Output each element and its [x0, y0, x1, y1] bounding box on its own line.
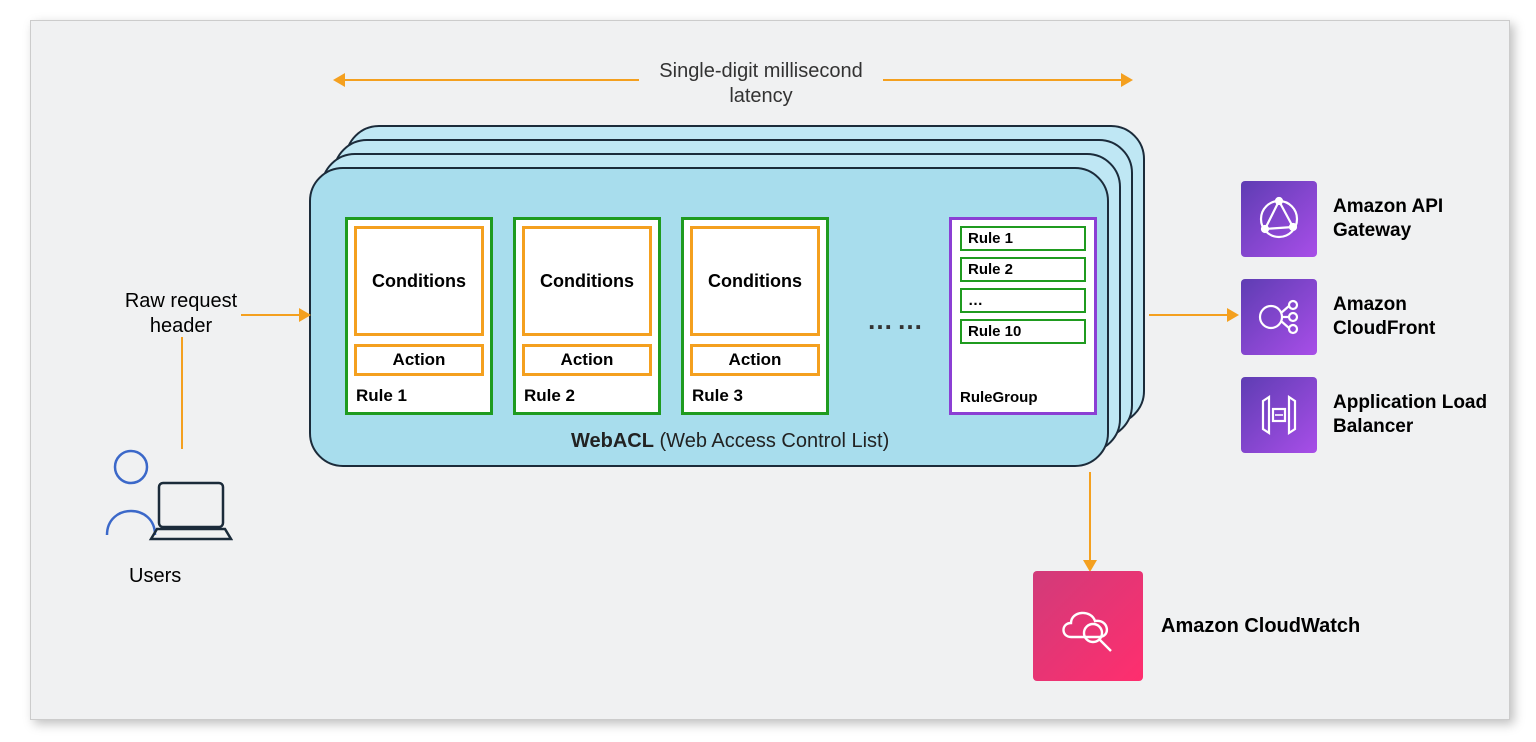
arrow-to-cloudwatch: [1089, 472, 1091, 562]
webacl-caption-rest: (Web Access Control List): [654, 430, 889, 452]
alb-icon: [1241, 377, 1317, 453]
rule-3-conditions: Conditions: [690, 226, 820, 336]
rule-3-label: Rule 3: [692, 386, 743, 406]
cloudwatch-label: Amazon CloudWatch: [1161, 614, 1360, 639]
rulegroup-item-2: Rule 2: [960, 257, 1086, 282]
service-alb-label: Application Load Balancer: [1333, 391, 1499, 439]
rule-2-label: Rule 2: [524, 386, 575, 406]
latency-label: Single-digit millisecond latency: [651, 59, 871, 109]
rulegroup-item-1: Rule 1: [960, 226, 1086, 251]
rule-1-label: Rule 1: [356, 386, 407, 406]
api-gateway-icon: [1241, 181, 1317, 257]
diagram-canvas: Single-digit millisecond latency Conditi…: [30, 20, 1510, 720]
services-column: Amazon API Gateway Amazon CloudFront: [1241, 181, 1499, 475]
service-api-gateway-label: Amazon API Gateway: [1333, 195, 1499, 243]
cloudwatch-block: Amazon CloudWatch: [1033, 571, 1360, 681]
latency-arrow-left: [343, 79, 639, 81]
webacl-stack: Conditions Action Rule 1 Conditions Acti…: [309, 125, 1147, 467]
line-to-users: [181, 337, 183, 449]
latency-arrow-right: [883, 79, 1123, 81]
service-api-gateway: Amazon API Gateway: [1241, 181, 1499, 257]
service-alb: Application Load Balancer: [1241, 377, 1499, 453]
service-cloudfront-label: Amazon CloudFront: [1333, 293, 1499, 341]
webacl-card-front: Conditions Action Rule 1 Conditions Acti…: [309, 167, 1109, 467]
rule-2: Conditions Action Rule 2: [513, 217, 661, 415]
rule-1-action: Action: [354, 344, 484, 376]
cloudwatch-icon: [1033, 571, 1143, 681]
rulegroup-item-10: Rule 10: [960, 319, 1086, 344]
rulegroup-item-ellipsis: …: [960, 288, 1086, 313]
arrow-request: [241, 314, 301, 316]
rulegroup-label: RuleGroup: [960, 389, 1038, 406]
rule-1: Conditions Action Rule 1: [345, 217, 493, 415]
cloudfront-icon: [1241, 279, 1317, 355]
rule-3: Conditions Action Rule 3: [681, 217, 829, 415]
rulegroup: Rule 1 Rule 2 … Rule 10 RuleGroup: [949, 217, 1097, 415]
webacl-caption: WebACL (Web Access Control List): [571, 430, 889, 453]
users-label: Users: [129, 565, 181, 588]
rule-2-conditions: Conditions: [522, 226, 652, 336]
rules-row: Conditions Action Rule 1 Conditions Acti…: [345, 217, 829, 415]
rule-1-conditions: Conditions: [354, 226, 484, 336]
webacl-caption-bold: WebACL: [571, 430, 654, 452]
ellipsis-dots: ……: [867, 305, 927, 336]
rule-3-action: Action: [690, 344, 820, 376]
rule-2-action: Action: [522, 344, 652, 376]
arrow-to-services: [1149, 314, 1229, 316]
users-icon: [93, 443, 233, 558]
service-cloudfront: Amazon CloudFront: [1241, 279, 1499, 355]
